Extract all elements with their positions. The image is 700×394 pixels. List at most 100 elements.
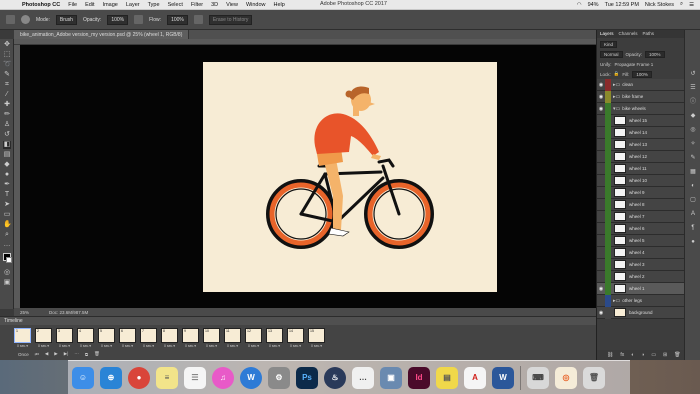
timeline-frame[interactable]: 12 0 sec.▾ — [245, 328, 262, 348]
reminders-icon[interactable]: ☰ — [184, 366, 206, 389]
path-select-tool-icon[interactable]: ➤ — [3, 201, 11, 209]
character-icon[interactable]: A — [689, 210, 697, 218]
layer-row[interactable]: wheel 12 — [597, 150, 685, 163]
layer-row[interactable]: wheel 14 — [597, 126, 685, 139]
timeline-frame[interactable]: 1 0 sec.▾ — [14, 328, 31, 348]
properties-icon[interactable]: ☰ — [689, 84, 697, 92]
layer-row[interactable]: wheel 6 — [597, 222, 685, 235]
channels-icon[interactable]: ◎ — [689, 126, 697, 134]
eye-icon[interactable] — [597, 175, 605, 187]
screen-mode-icon[interactable]: ▣ — [3, 279, 11, 287]
kind-filter-select[interactable]: Kind — [600, 40, 618, 48]
notification-icon[interactable]: ☰ — [689, 2, 694, 8]
timeline-frame[interactable]: 2 0 sec.▾ — [35, 328, 52, 348]
first-frame-icon[interactable]: ⏮ — [35, 352, 39, 357]
layer-row[interactable]: ▸▭ other legs — [597, 294, 685, 307]
paths-icon[interactable]: ✧ — [689, 140, 697, 148]
search-icon[interactable]: ⌕ — [680, 1, 683, 8]
layer-row[interactable]: wheel 2 — [597, 270, 685, 283]
layer-row-selected[interactable]: ◉ wheel 1 — [597, 282, 685, 295]
brush-size-icon[interactable] — [21, 15, 30, 24]
more-tools-icon[interactable]: … — [3, 241, 11, 249]
bike-preview-icon[interactable]: ◎ — [555, 366, 577, 389]
delete-frame-icon[interactable]: 🗑 — [94, 351, 100, 357]
layer-row[interactable]: wheel 13 — [597, 138, 685, 151]
layer-row[interactable]: ◉ background — [597, 306, 685, 319]
pressure-opacity-icon[interactable] — [134, 15, 144, 24]
type-tool-icon[interactable]: T — [3, 191, 11, 199]
indesign-icon[interactable]: Id — [408, 366, 430, 389]
quick-mask-icon[interactable]: ◎ — [3, 269, 11, 277]
trash-icon[interactable]: 🗑 — [583, 366, 605, 389]
preview-icon[interactable]: ▣ — [380, 366, 402, 389]
steam-icon[interactable]: ♨ — [324, 366, 346, 389]
tab-layers[interactable]: Layers — [600, 30, 614, 38]
layer-row[interactable]: wheel 11 — [597, 162, 685, 175]
history-brush-tool-icon[interactable]: ↺ — [3, 131, 11, 139]
frame-delay[interactable]: 0 sec.▾ — [143, 344, 154, 348]
history-icon[interactable]: ↺ — [689, 70, 697, 78]
word-icon[interactable]: W — [492, 366, 514, 389]
timeline-frame[interactable]: 6 0 sec.▾ — [119, 328, 136, 348]
frame-delay[interactable]: 0 sec.▾ — [122, 344, 133, 348]
finder-icon[interactable]: ☺ — [72, 366, 94, 389]
timeline-frame[interactable]: 3 0 sec.▾ — [56, 328, 73, 348]
eye-icon[interactable] — [597, 163, 605, 175]
menu-window[interactable]: Window — [242, 2, 270, 8]
new-layer-icon[interactable]: ⊞ — [663, 352, 667, 358]
notes-icon[interactable]: ≡ — [156, 366, 178, 389]
frame-delay[interactable]: 0 sec.▾ — [17, 344, 28, 348]
layer-row[interactable]: ◉ ▸▭ bike frame — [597, 90, 685, 103]
menu-layer[interactable]: Layer — [122, 2, 144, 8]
frame-delay[interactable]: 0 sec.▾ — [206, 344, 217, 348]
eye-icon[interactable] — [597, 115, 605, 127]
frame-delay[interactable]: 0 sec.▾ — [80, 344, 91, 348]
layer-row[interactable]: wheel 3 — [597, 258, 685, 271]
paragraph-icon[interactable]: ¶ — [689, 224, 697, 232]
brush-tool-icon[interactable]: ✏ — [3, 111, 11, 119]
layer-row[interactable]: wheel 10 — [597, 174, 685, 187]
healing-tool-icon[interactable]: ✚ — [3, 101, 11, 109]
document-tab[interactable]: bike_animation_Adobe version_my version.… — [14, 30, 190, 39]
lock-icon[interactable]: 🔒 — [614, 71, 620, 77]
eye-icon[interactable] — [597, 235, 605, 247]
lasso-tool-icon[interactable]: ➰ — [3, 61, 12, 69]
info-icon[interactable]: ⓘ — [689, 98, 697, 106]
timeline-frame[interactable]: 15 0 sec.▾ — [308, 328, 325, 348]
menu-3d[interactable]: 3D — [207, 2, 222, 8]
menu-edit[interactable]: Edit — [81, 2, 98, 8]
background-color-swatch[interactable] — [6, 257, 12, 263]
keyboard-icon[interactable]: ⌨ — [527, 366, 549, 389]
menu-file[interactable]: File — [64, 2, 81, 8]
hand-tool-icon[interactable]: ✋ — [3, 221, 12, 229]
frame-delay[interactable]: 0 sec.▾ — [290, 344, 301, 348]
eyedropper-tool-icon[interactable]: ⁄ — [3, 91, 11, 99]
layer-row[interactable]: wheel 4 — [597, 246, 685, 259]
quick-select-tool-icon[interactable]: ✎ — [3, 71, 11, 79]
marquee-tool-icon[interactable]: ⬚ — [3, 51, 11, 59]
erase-to-history-checkbox[interactable]: Erase to History — [208, 14, 253, 25]
opacity-input[interactable]: 100% — [107, 14, 129, 25]
tab-paths[interactable]: Paths — [643, 30, 655, 38]
stickies-icon[interactable]: ▤ — [436, 366, 458, 389]
clock[interactable]: Tue 12:59 PM — [605, 2, 639, 8]
eye-icon[interactable]: ◉ — [597, 91, 605, 103]
eye-icon[interactable]: ◉ — [597, 307, 605, 319]
menu-image[interactable]: Image — [99, 2, 122, 8]
clone-stamp-tool-icon[interactable]: ♙ — [3, 121, 11, 129]
doc-size[interactable]: Doc: 23.6M/987.5M — [49, 310, 88, 315]
trash-icon[interactable]: 🗑 — [674, 352, 680, 358]
acrobat-icon[interactable]: A — [464, 366, 486, 389]
mask-icon[interactable]: ◐ — [631, 352, 634, 358]
layer-row[interactable]: wheel 9 — [597, 186, 685, 199]
dodge-tool-icon[interactable]: ● — [3, 171, 11, 179]
wifi-icon[interactable]: ◠ — [577, 2, 582, 8]
layer-opacity-input[interactable]: 100% — [645, 50, 665, 58]
frame-delay[interactable]: 0 sec.▾ — [164, 344, 175, 348]
frame-delay[interactable]: 0 sec.▾ — [185, 344, 196, 348]
eraser-tool-preset-icon[interactable] — [6, 15, 15, 24]
timeline-frame[interactable]: 10 0 sec.▾ — [203, 328, 220, 348]
document-canvas[interactable] — [203, 62, 497, 292]
crop-tool-icon[interactable]: ⌗ — [3, 81, 11, 89]
eye-icon[interactable] — [597, 139, 605, 151]
